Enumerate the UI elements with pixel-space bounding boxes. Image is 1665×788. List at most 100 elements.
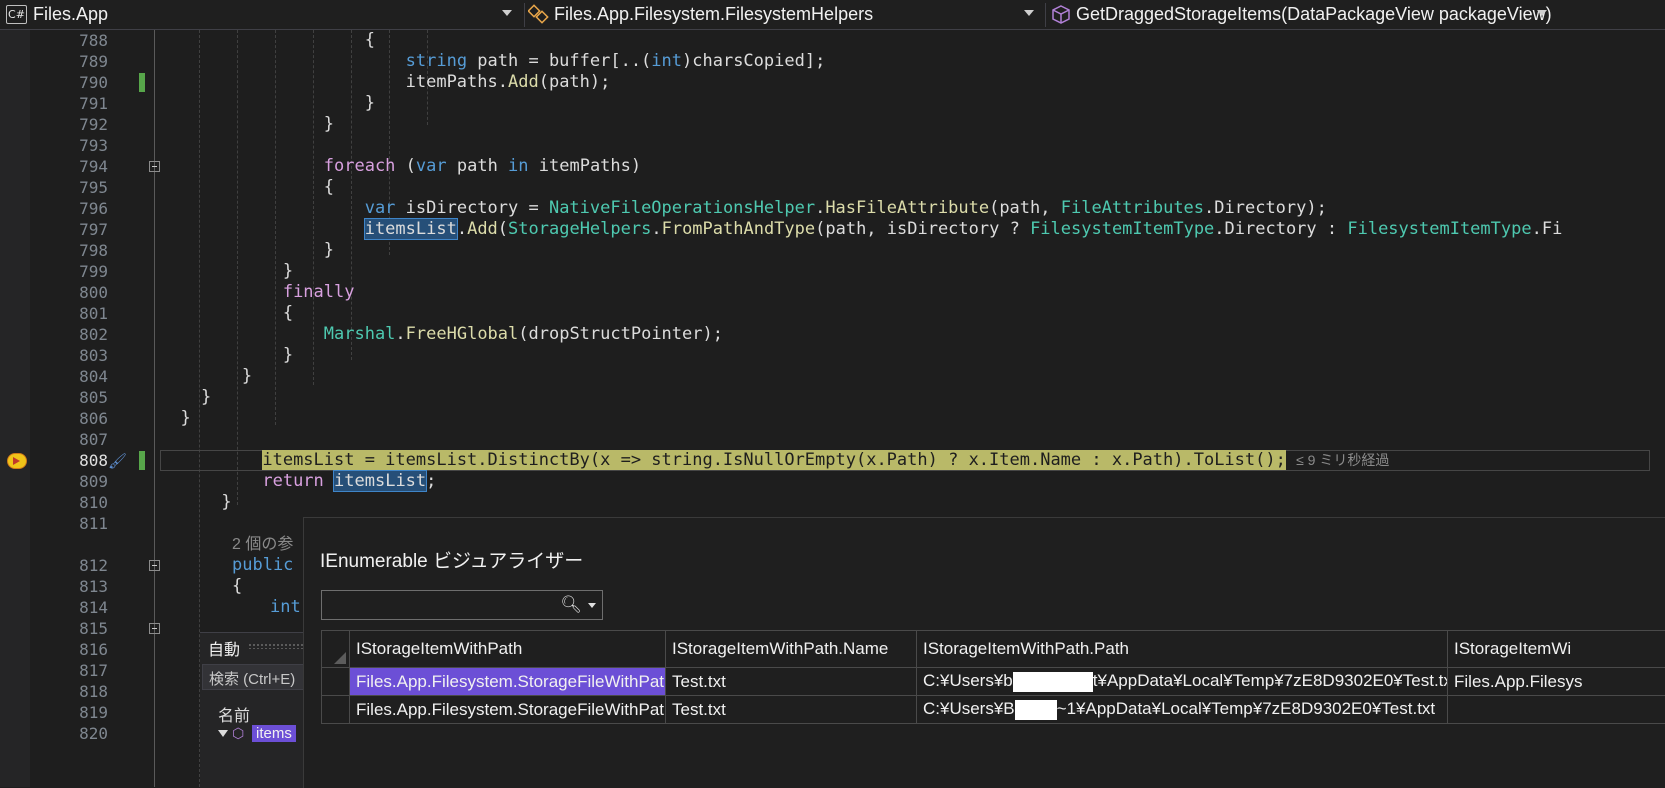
- type-cell[interactable]: Files.App.Filesystem.StorageFileWithPath: [350, 696, 666, 724]
- name-cell[interactable]: Test.txt: [666, 668, 917, 696]
- line-number: 816: [40, 639, 108, 660]
- line-number: 818: [40, 681, 108, 702]
- column-header[interactable]: IStorageItemWi: [1448, 631, 1665, 668]
- column-header[interactable]: IStorageItemWithPath.Name: [666, 631, 917, 668]
- member-dropdown-label: GetDraggedStorageItems(DataPackageView p…: [1076, 4, 1552, 25]
- redacted-block: [1013, 672, 1093, 692]
- elapsed-time-hint[interactable]: ≤ 9 ミリ秒経過: [1296, 452, 1389, 468]
- path-prefix: C:¥Users¥B: [923, 699, 1015, 718]
- drag-grip[interactable]: [248, 643, 308, 649]
- name-column-header[interactable]: 名前: [218, 702, 250, 726]
- reference-codelens[interactable]: 2 個の参: [232, 534, 293, 555]
- code-text: }: [160, 261, 293, 282]
- nav-separator: [1045, 3, 1046, 27]
- change-marker: [139, 451, 145, 470]
- line-number: 801: [40, 303, 108, 324]
- select-all-corner[interactable]: [322, 631, 350, 668]
- row-header[interactable]: [322, 696, 350, 724]
- line-number: 794: [40, 156, 108, 177]
- autos-search-input[interactable]: 検索 (Ctrl+E): [202, 664, 310, 690]
- expand-arrow-icon[interactable]: [218, 730, 228, 737]
- line-number: 797: [40, 219, 108, 240]
- brush-icon[interactable]: 🖌: [108, 452, 127, 470]
- line-number: 813: [40, 576, 108, 597]
- line-number: 817: [40, 660, 108, 681]
- code-line: 794 foreach (var path in itemPaths): [0, 156, 1665, 177]
- autos-window-title[interactable]: 自動: [208, 636, 240, 660]
- chevron-down-icon[interactable]: [588, 603, 596, 608]
- line-number: 810: [40, 492, 108, 513]
- member-dropdown[interactable]: GetDraggedStorageItems(DataPackageView p…: [1050, 1, 1555, 27]
- collapse-icon[interactable]: [149, 623, 160, 634]
- class-icon: [528, 4, 550, 24]
- path-suffix: ~1¥AppData¥Local¥Temp¥7zE8D9302E0¥Test.t…: [1057, 699, 1436, 718]
- autos-window: 自動 検索 (Ctrl+E) 名前 ⬡ items: [200, 632, 312, 788]
- code-line: 806 }: [0, 408, 1665, 429]
- line-number: 815: [40, 618, 108, 639]
- code-text: }: [160, 93, 375, 114]
- code-text: itemsList.Add(StorageHelpers.FromPathAnd…: [160, 219, 1562, 240]
- line-number: 789: [40, 51, 108, 72]
- code-text: int: [270, 597, 301, 618]
- path-cell[interactable]: C:¥Users¥B ~1¥AppData¥Local¥Temp¥7zE8D930…: [917, 696, 1448, 724]
- row-header[interactable]: [322, 668, 350, 696]
- column-header[interactable]: IStorageItemWithPath: [350, 631, 666, 668]
- chevron-down-icon: [502, 10, 512, 16]
- code-line: 807: [0, 429, 1665, 450]
- line-number: 812: [40, 555, 108, 576]
- line-number: 795: [40, 177, 108, 198]
- type-cell[interactable]: Files.App.Filesystem.StorageFileWithPath: [350, 668, 666, 696]
- extra-cell[interactable]: Files.App.Filesys: [1448, 668, 1665, 696]
- code-text: }: [160, 492, 232, 513]
- code-text: Marshal.FreeHGlobal(dropStructPointer);: [160, 324, 723, 345]
- visualizer-title: IEnumerable ビジュアライザー: [320, 546, 583, 573]
- project-dropdown-label: Files.App: [33, 4, 108, 25]
- code-line: 788 {: [0, 30, 1665, 51]
- collapse-icon[interactable]: [149, 161, 160, 172]
- collapse-icon[interactable]: [149, 560, 160, 571]
- search-icon[interactable]: 🔍︎: [560, 595, 582, 615]
- path-cell[interactable]: C:¥Users¥bt¥AppData¥Local¥Temp¥7zE8D9302…: [917, 668, 1448, 696]
- redacted-block: [1015, 700, 1057, 720]
- ienumerable-visualizer: IEnumerable ビジュアライザー 🔍︎ IStorageItemWith…: [303, 517, 1665, 788]
- visualizer-search-input[interactable]: 🔍︎: [321, 590, 603, 620]
- code-line: 789 string path = buffer[..(int)charsCop…: [0, 51, 1665, 72]
- line-number: 806: [40, 408, 108, 429]
- line-number: 800: [40, 282, 108, 303]
- code-text: }: [160, 387, 211, 408]
- type-dropdown[interactable]: Files.App.Filesystem.FilesystemHelpers: [528, 1, 1042, 27]
- path-prefix: C:¥Users¥b: [923, 671, 1013, 690]
- line-number: 802: [40, 324, 108, 345]
- project-dropdown[interactable]: C# Files.App: [6, 1, 520, 27]
- visualizer-grid: IStorageItemWithPath IStorageItemWithPat…: [321, 630, 1665, 724]
- code-line: 796 var isDirectory = NativeFileOperatio…: [0, 198, 1665, 219]
- chevron-down-icon: [1537, 10, 1547, 16]
- table-row[interactable]: Files.App.Filesystem.StorageFileWithPath…: [322, 668, 1665, 696]
- code-text: foreach (var path in itemPaths): [160, 156, 641, 177]
- table-row[interactable]: Files.App.Filesystem.StorageFileWithPath…: [322, 696, 1665, 724]
- column-header[interactable]: IStorageItemWithPath.Path: [917, 631, 1448, 668]
- nav-separator: [524, 3, 525, 27]
- code-text: var isDirectory = NativeFileOperationsHe…: [160, 198, 1327, 219]
- code-line: 799 }: [0, 261, 1665, 282]
- code-text: }: [160, 114, 334, 135]
- code-text: }: [160, 240, 334, 261]
- extra-cell[interactable]: [1448, 696, 1665, 724]
- navigation-bar: C# Files.App Files.App.Filesystem.Filesy…: [0, 0, 1665, 30]
- execution-pointer-icon[interactable]: [7, 453, 27, 469]
- name-cell[interactable]: Test.txt: [666, 696, 917, 724]
- line-number: 820: [40, 723, 108, 744]
- code-text: {: [160, 303, 293, 324]
- code-text: }: [160, 366, 252, 387]
- line-number: 807: [40, 429, 108, 450]
- line-number: 799: [40, 261, 108, 282]
- code-text: {: [232, 576, 242, 597]
- code-text: itemPaths.Add(path);: [160, 72, 610, 93]
- code-line: 804 }: [0, 366, 1665, 387]
- line-number: 796: [40, 198, 108, 219]
- autos-row[interactable]: ⬡ items: [218, 725, 312, 745]
- grid-header-row: IStorageItemWithPath IStorageItemWithPat…: [322, 631, 1665, 668]
- code-line: 801 {: [0, 303, 1665, 324]
- line-number: 798: [40, 240, 108, 261]
- line-number: 804: [40, 366, 108, 387]
